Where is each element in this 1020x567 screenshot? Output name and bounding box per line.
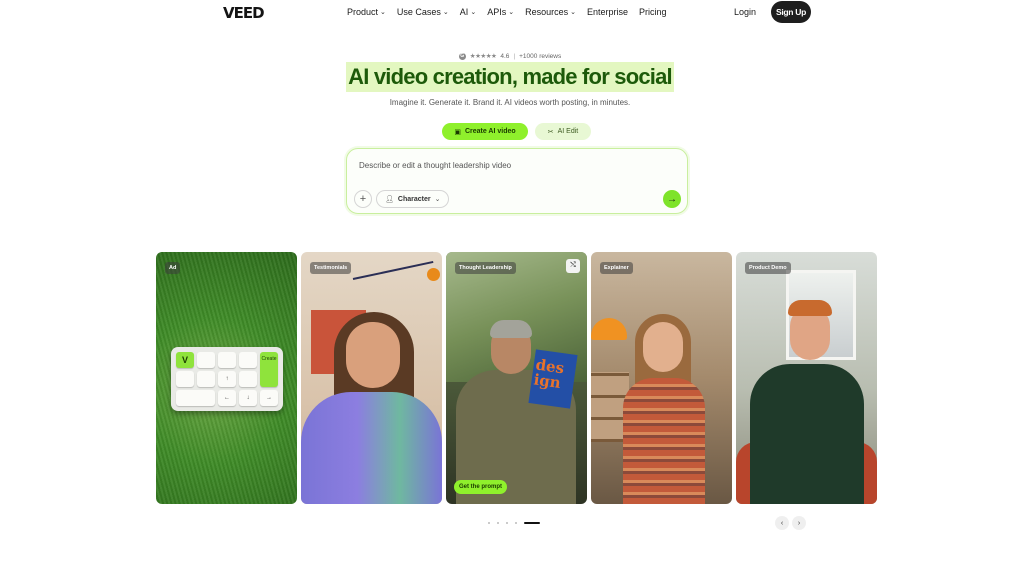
mode-pills: ▣ Create AI video ✂ AI Edit (442, 123, 591, 140)
key: ← (218, 390, 236, 406)
card-testimonials[interactable]: Testimonials (301, 252, 442, 504)
shuffle-icon[interactable]: ⤭ (566, 259, 580, 273)
menu-ai-label: AI (459, 7, 469, 17)
lamp-shade (427, 268, 440, 281)
star-rating-icon: ★★★★★ (469, 53, 497, 60)
card-tag: Ad (165, 262, 181, 274)
ai-edit-button[interactable]: ✂ AI Edit (535, 123, 591, 140)
video-carousel: V Create ↑ ← ↓ → Ad Testimonials des ign (156, 252, 877, 504)
pendant-lamp (591, 318, 627, 340)
create-ai-video-label: Create AI video (464, 128, 516, 135)
person-hair (490, 320, 532, 338)
veed-logo[interactable]: VEED (223, 4, 265, 22)
key-create: Create (260, 352, 278, 387)
google-icon: G (458, 52, 466, 60)
person-icon: 👤︎ (385, 196, 394, 203)
rating-score: 4.6 (500, 52, 510, 60)
person-face (346, 322, 400, 388)
menu-apis[interactable]: APIs ⌄ (487, 7, 514, 17)
lamp-arm (352, 260, 434, 280)
chevron-down-icon: ⌄ (442, 9, 449, 16)
person-hair (788, 300, 832, 316)
menu-ai[interactable]: AI ⌄ (460, 7, 476, 17)
prompt-box[interactable]: Describe or edit a thought leadership vi… (346, 148, 688, 214)
create-ai-video-button[interactable]: ▣ Create AI video (442, 123, 528, 140)
key (239, 371, 257, 387)
carousel-dot-active[interactable] (524, 522, 540, 524)
card-tag: Thought Leadership (455, 262, 516, 274)
sparkle-scissors-icon: ✂ (547, 128, 554, 136)
key-v: V (176, 352, 194, 368)
key (218, 352, 236, 368)
menu-resources[interactable]: Resources ⌄ (525, 7, 576, 17)
get-prompt-button[interactable]: Get the prompt (454, 480, 507, 494)
card-thought-leadership[interactable]: des ign Thought Leadership ⤭ Get the pro… (446, 252, 587, 504)
rating-reviews: +1000 reviews (519, 52, 562, 60)
menu-pricing-label: Pricing (639, 7, 667, 17)
menu-product[interactable]: Product ⌄ (347, 7, 386, 17)
add-icon[interactable]: + (354, 190, 372, 208)
key (239, 352, 257, 368)
prompt-placeholder[interactable]: Describe or edit a thought leadership vi… (359, 161, 511, 170)
chevron-down-icon: ⌄ (434, 196, 441, 203)
ai-edit-label: AI Edit (557, 128, 579, 135)
design-book: des ign (528, 349, 578, 409)
carousel-dots (488, 522, 540, 524)
carousel-dot[interactable] (488, 522, 490, 524)
chevron-down-icon: ⌄ (570, 9, 576, 16)
subtitle: Imagine it. Generate it. Brand it. AI vi… (389, 98, 631, 107)
carousel-dot[interactable] (506, 522, 508, 524)
key (176, 371, 194, 387)
menu-enterprise[interactable]: Enterprise (587, 7, 628, 17)
menu-product-label: Product (347, 7, 379, 17)
send-arrow-icon[interactable]: → (663, 190, 681, 208)
signup-button[interactable]: Sign Up (771, 1, 811, 23)
chevron-down-icon: ⌄ (470, 9, 477, 16)
card-tag: Product Demo (745, 262, 791, 274)
login-link[interactable]: Login (734, 7, 756, 17)
key: ↑ (218, 371, 236, 387)
top-nav: VEED Product ⌄ Use Cases ⌄ AI ⌄ APIs ⌄ Resou… (0, 0, 1020, 24)
menu-apis-label: APIs (487, 7, 507, 17)
key (197, 352, 215, 368)
key: ↓ (239, 390, 257, 406)
menu-use-cases[interactable]: Use Cases ⌄ (397, 7, 449, 17)
key: → (260, 390, 278, 406)
menu-use-cases-label: Use Cases (396, 7, 441, 17)
character-label: Character (397, 195, 431, 203)
card-ad[interactable]: V Create ↑ ← ↓ → Ad (156, 252, 297, 504)
chevron-left-icon[interactable]: ‹ (775, 516, 789, 530)
carousel-arrows: ‹ › (775, 516, 806, 530)
rating-separator: | (513, 52, 516, 60)
card-tag: Testimonials (310, 262, 352, 274)
menu-enterprise-label: Enterprise (586, 7, 629, 17)
card-tag: Explainer (600, 262, 633, 274)
keyboard-image: V Create ↑ ← ↓ → (171, 347, 283, 411)
rating-row: G ★★★★★ 4.6 | +1000 reviews (0, 52, 1020, 60)
carousel-dot[interactable] (515, 522, 517, 524)
menu-resources-label: Resources (525, 7, 569, 17)
chevron-down-icon: ⌄ (380, 9, 386, 16)
card-product-demo[interactable]: Product Demo (736, 252, 877, 504)
video-icon: ▣ (454, 128, 461, 136)
card-explainer[interactable]: Explainer (591, 252, 732, 504)
key (197, 371, 215, 387)
menu-pricing[interactable]: Pricing (639, 7, 667, 17)
carousel-dot[interactable] (497, 522, 499, 524)
main-menu: Product ⌄ Use Cases ⌄ AI ⌄ APIs ⌄ Resources ⌄… (347, 7, 678, 17)
page-title: AI video creation, made for social (346, 62, 674, 92)
person-face (643, 322, 683, 372)
person-jacket (750, 364, 864, 504)
character-dropdown[interactable]: 👤︎ Character ⌄ (376, 190, 450, 208)
chevron-down-icon: ⌄ (508, 9, 515, 16)
headline-wrapper: AI video creation, made for social (0, 62, 1020, 92)
person-sweater (623, 378, 705, 504)
key-space (176, 390, 215, 406)
chevron-right-icon[interactable]: › (792, 516, 806, 530)
person-sweater (301, 392, 442, 504)
